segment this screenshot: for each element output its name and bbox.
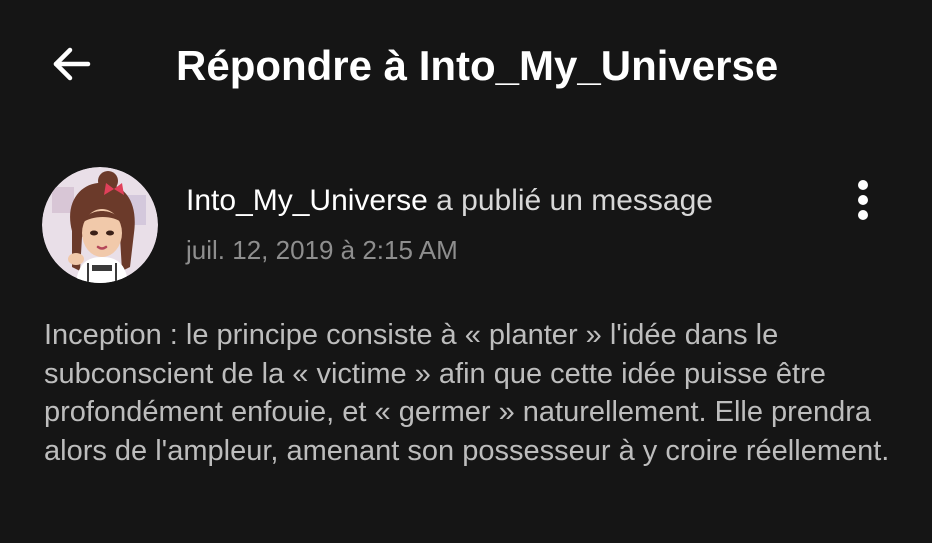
more-options-button[interactable] bbox=[848, 176, 878, 224]
back-button[interactable] bbox=[50, 42, 94, 86]
avatar[interactable] bbox=[42, 167, 158, 283]
arrow-left-icon bbox=[53, 47, 91, 81]
post-timestamp: juil. 12, 2019 à 2:15 AM bbox=[186, 235, 458, 265]
message-body: Inception : le principe consiste à « pla… bbox=[44, 319, 890, 467]
post-action-text: a publié un message bbox=[427, 184, 713, 217]
more-vertical-icon bbox=[858, 180, 868, 220]
user-avatar-illustration bbox=[42, 167, 158, 283]
post-header: Into_My_Universe a publié un message bbox=[186, 182, 713, 220]
reply-screen: Répondre à Into_My_Universe Into_My_Univ… bbox=[0, 0, 932, 543]
page-title: Répondre à Into_My_Universe bbox=[176, 42, 779, 89]
author-name-link[interactable]: Into_My_Universe bbox=[186, 184, 428, 217]
